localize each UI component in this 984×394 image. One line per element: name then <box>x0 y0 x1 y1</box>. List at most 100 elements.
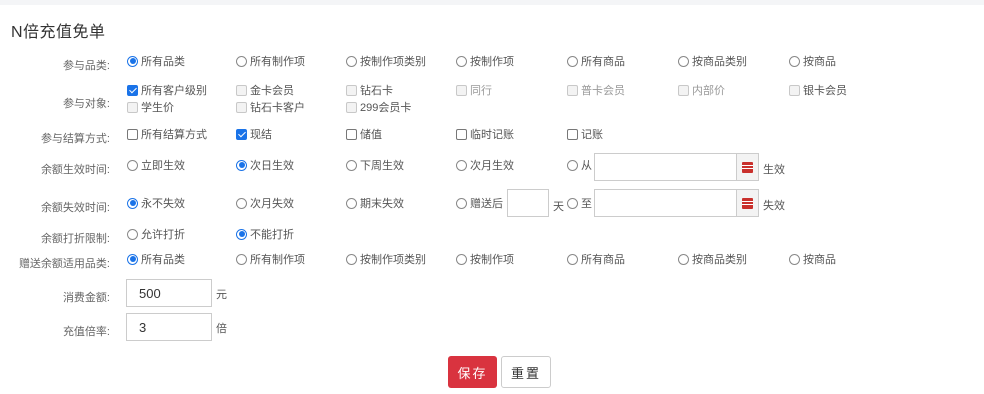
target-option-peer[interactable]: 同行 <box>456 83 492 97</box>
effective-option-next-month[interactable]: 次月生效 <box>456 158 514 172</box>
target-option-student-price[interactable]: 学生价 <box>127 100 174 114</box>
radio-icon[interactable] <box>127 228 138 240</box>
category-option-all-production[interactable]: 所有制作项 <box>236 54 305 68</box>
gift-category-option-by-goods-type[interactable]: 按商品类别 <box>678 252 747 266</box>
target-option-silver-member[interactable]: 银卡会员 <box>789 83 847 97</box>
gift-category-option-all-goods[interactable]: 所有商品 <box>567 252 625 266</box>
checkbox-icon[interactable] <box>678 84 689 96</box>
expiry-option-until[interactable]: 至 <box>567 196 592 210</box>
radio-icon[interactable] <box>127 159 138 171</box>
settlement-option-temp-credit[interactable]: 临时记账 <box>456 127 514 141</box>
row-expiry: 余额失效时间: 永不失效 次月失效 期末失效 赠送后 至 <box>0 196 984 216</box>
checkbox-icon[interactable] <box>127 84 138 96</box>
target-option-diamond-customer[interactable]: 钻石卡客户 <box>236 100 305 114</box>
radio-icon[interactable] <box>678 253 689 265</box>
expiry-days-unit: 天 <box>553 201 564 213</box>
gift-category-option-by-goods[interactable]: 按商品 <box>789 252 836 266</box>
checkbox-icon[interactable] <box>567 128 578 140</box>
radio-icon[interactable] <box>346 159 357 171</box>
save-button[interactable]: 保存 <box>448 356 497 388</box>
radio-icon[interactable] <box>346 55 357 67</box>
radio-icon[interactable] <box>789 55 800 67</box>
effective-option-from[interactable]: 从 <box>567 158 592 172</box>
radio-icon[interactable] <box>456 197 467 209</box>
target-option-299-card[interactable]: 299会员卡 <box>346 100 411 114</box>
expiry-option-after-gift[interactable]: 赠送后 <box>456 196 503 210</box>
category-option-by-goods[interactable]: 按商品 <box>789 54 836 68</box>
gift-category-option-all-production[interactable]: 所有制作项 <box>236 252 305 266</box>
gift-category-option-by-production[interactable]: 按制作项 <box>456 252 514 266</box>
gift-category-option-by-production-type[interactable]: 按制作项类别 <box>346 252 426 266</box>
gift-category-label: 赠送余额适用品类: <box>18 258 110 270</box>
row-effective: 余额生效时间: 立即生效 次日生效 下周生效 次月生效 从 <box>0 158 984 178</box>
category-option-by-production[interactable]: 按制作项 <box>456 54 514 68</box>
radio-icon[interactable] <box>789 253 800 265</box>
page-title: N倍充值免单 <box>11 24 106 41</box>
checkbox-icon[interactable] <box>236 128 247 140</box>
radio-icon[interactable] <box>236 55 247 67</box>
expiry-option-never[interactable]: 永不失效 <box>127 196 185 210</box>
expiry-option-period-end[interactable]: 期末失效 <box>346 196 404 210</box>
checkbox-icon[interactable] <box>346 84 357 96</box>
expiry-date-picker-button[interactable] <box>737 189 759 217</box>
radio-icon[interactable] <box>236 253 247 265</box>
expiry-days-input[interactable] <box>507 189 549 217</box>
checkbox-icon[interactable] <box>127 128 138 140</box>
radio-icon[interactable] <box>346 253 357 265</box>
target-option-regular-member[interactable]: 普卡会员 <box>567 83 625 97</box>
checkbox-icon[interactable] <box>236 84 247 96</box>
radio-icon[interactable] <box>236 197 247 209</box>
multiplier-input[interactable]: 3 <box>126 313 212 341</box>
effective-option-next-day[interactable]: 次日生效 <box>236 158 294 172</box>
category-option-by-goods-type[interactable]: 按商品类别 <box>678 54 747 68</box>
target-option-internal-price[interactable]: 内部价 <box>678 83 725 97</box>
settlement-option-all[interactable]: 所有结算方式 <box>127 127 207 141</box>
gift-category-option-all-categories[interactable]: 所有品类 <box>127 252 185 266</box>
expiry-suffix: 失效 <box>763 200 785 212</box>
radio-icon[interactable] <box>236 159 247 171</box>
radio-icon[interactable] <box>346 197 357 209</box>
category-option-all-categories[interactable]: 所有品类 <box>127 54 185 68</box>
radio-icon[interactable] <box>567 253 578 265</box>
radio-icon[interactable] <box>127 253 138 265</box>
settlement-option-cash[interactable]: 现结 <box>236 127 272 141</box>
radio-icon[interactable] <box>127 55 138 67</box>
settlement-option-stored-value[interactable]: 储值 <box>346 127 382 141</box>
settlement-option-credit[interactable]: 记账 <box>567 127 603 141</box>
radio-icon[interactable] <box>456 55 467 67</box>
category-option-all-goods[interactable]: 所有商品 <box>567 54 625 68</box>
checkbox-icon[interactable] <box>456 128 467 140</box>
checkbox-icon[interactable] <box>567 84 578 96</box>
radio-icon[interactable] <box>567 197 578 209</box>
checkbox-icon[interactable] <box>456 84 467 96</box>
radio-icon[interactable] <box>127 197 138 209</box>
expiry-date-input[interactable] <box>594 189 737 217</box>
amount-input[interactable]: 500 <box>126 279 212 307</box>
discount-option-allow[interactable]: 允许打折 <box>127 227 185 241</box>
checkbox-icon[interactable] <box>346 128 357 140</box>
checkbox-icon[interactable] <box>789 84 800 96</box>
radio-icon[interactable] <box>456 159 467 171</box>
radio-icon[interactable] <box>236 228 247 240</box>
target-option-all-levels[interactable]: 所有客户级别 <box>127 83 207 97</box>
radio-icon[interactable] <box>678 55 689 67</box>
expiry-option-next-month[interactable]: 次月失效 <box>236 196 294 210</box>
radio-icon[interactable] <box>567 159 578 171</box>
reset-button[interactable]: 重置 <box>501 356 551 388</box>
effective-label: 余额生效时间: <box>40 164 110 176</box>
effective-option-next-week[interactable]: 下周生效 <box>346 158 404 172</box>
category-label: 参与品类: <box>62 60 110 72</box>
effective-date-input[interactable] <box>594 153 737 181</box>
radio-icon[interactable] <box>567 55 578 67</box>
radio-icon[interactable] <box>456 253 467 265</box>
checkbox-icon[interactable] <box>346 101 357 113</box>
discount-label: 余额打折限制: <box>40 233 110 245</box>
effective-date-picker-button[interactable] <box>737 153 759 181</box>
effective-option-immediate[interactable]: 立即生效 <box>127 158 185 172</box>
category-option-by-production-type[interactable]: 按制作项类别 <box>346 54 426 68</box>
discount-option-disallow[interactable]: 不能打折 <box>236 227 294 241</box>
target-option-gold-member[interactable]: 金卡会员 <box>236 83 294 97</box>
checkbox-icon[interactable] <box>236 101 247 113</box>
target-option-diamond-card[interactable]: 钻石卡 <box>346 83 393 97</box>
checkbox-icon[interactable] <box>127 101 138 113</box>
